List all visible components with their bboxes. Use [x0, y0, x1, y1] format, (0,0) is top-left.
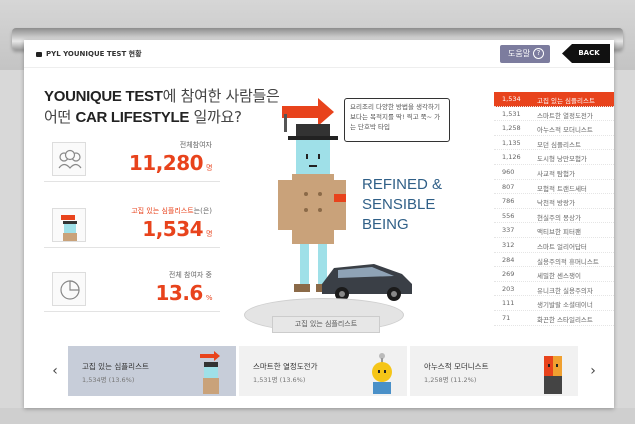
top-bar: PYL YOUNIQUE TEST 현황 도움말 ? BACK	[24, 40, 614, 68]
stat-label: 전체 참여자 중	[168, 271, 212, 279]
tagline-line: SENSIBLE	[362, 196, 436, 213]
ranking-count: 203	[502, 284, 515, 293]
ranking-count: 807	[502, 182, 515, 191]
ranking-name: 사교적 탐험가	[537, 169, 575, 178]
category-carousel: ‹ 고집 있는 심플리스트 1,534명 (13.6%) 스마트한 열정도전가 …	[44, 346, 604, 396]
question-icon: ?	[533, 48, 544, 59]
mascot-icon	[200, 351, 220, 394]
ranking-count: 337	[502, 226, 515, 235]
headline-line2-pre: 어떤	[44, 108, 76, 126]
ranking-count: 284	[502, 255, 515, 264]
carousel-card[interactable]: 스마트한 열정도전가 1,531명 (13.6%)	[239, 346, 407, 396]
ranking-item[interactable]: 71 화끈한 스타일리스트	[494, 311, 614, 326]
stat-value: 13.6%	[155, 281, 212, 305]
card-name: 아누스적 모더니스트	[424, 362, 489, 371]
ranking-count: 1,135	[502, 138, 521, 147]
stat-value: 11,280 명	[128, 151, 213, 175]
ranking-name: 세밀한 센스쟁이	[537, 272, 581, 281]
stat-category-count: 고집 있는 심플리스트는(은) 1,534 명	[44, 204, 220, 248]
ranking-list: 1,534 고집 있는 심플리스트 1,531 스마트한 열정도전가 1,258 아누스적…	[494, 92, 614, 326]
ranking-name: 스마트한 열정도전가	[537, 111, 593, 120]
tagline: REFINED & SENSIBLE BEING	[362, 175, 442, 235]
ranking-count: 960	[502, 167, 515, 176]
stat-label: 고집 있는 심플리스트는(은)	[131, 207, 212, 215]
ranking-item[interactable]: 960 사교적 탐험가	[494, 165, 614, 180]
ranking-count: 269	[502, 270, 515, 279]
category-label: 고집 있는 심플리스트	[272, 316, 380, 333]
carousel-card[interactable]: 고집 있는 심플리스트 1,534명 (13.6%)	[68, 346, 236, 396]
ranking-item[interactable]: 111 생기발랄 소셜테이너	[494, 296, 614, 311]
ranking-name: 아누스적 모더니스트	[537, 126, 593, 135]
ranking-count: 1,531	[502, 109, 521, 118]
ranking-count: 556	[502, 211, 515, 220]
ranking-count: 111	[502, 299, 515, 308]
ranking-name: 도시형 낭만모험가	[537, 155, 587, 164]
headline-brand: YOUNIQUE TEST	[44, 88, 163, 105]
mascot-icon	[544, 356, 562, 394]
page-title: PYL YOUNIQUE TEST 현황	[36, 49, 142, 59]
ranking-item[interactable]: 1,135 모던 심플리스트	[494, 136, 614, 151]
stat-percentage: 전체 참여자 중 13.6%	[44, 268, 220, 312]
ranking-name: 실용주의적 휴머니스트	[537, 257, 599, 266]
ranking-item[interactable]: 807 모험적 트랜드세터	[494, 180, 614, 195]
mascot-icon	[372, 353, 392, 394]
ranking-count: 1,126	[502, 153, 521, 162]
ranking-name: 화끈한 스타일리스트	[537, 315, 593, 324]
stat-label: 전체참여자	[179, 141, 212, 149]
carousel-card[interactable]: 아누스적 모더니스트 1,258명 (11.2%)	[410, 346, 578, 396]
ranking-item[interactable]: 786 낙천적 방랑가	[494, 194, 614, 209]
tagline-line: BEING	[362, 216, 409, 233]
ranking-name: 모험적 트랜드세터	[537, 184, 587, 193]
ranking-item[interactable]: 269 세밀한 센스쟁이	[494, 267, 614, 282]
ranking-name: 고집 있는 심플리스트	[537, 97, 595, 105]
ranking-name: 모던 심플리스트	[537, 140, 581, 149]
card-count: 1,258명 (11.2%)	[424, 376, 477, 384]
carousel-prev-button[interactable]: ‹	[44, 346, 66, 396]
ranking-name: 현실주의 몽상가	[537, 213, 581, 222]
card-count: 1,531명 (13.6%)	[253, 376, 306, 384]
ranking-name: 유니크한 실용주의자	[537, 286, 593, 295]
carousel-next-button[interactable]: ›	[582, 346, 604, 396]
ranking-count: 71	[502, 313, 511, 322]
ranking-name: 액티브한 피터팬	[537, 228, 581, 237]
ranking-item[interactable]: 1,258 아누스적 모더니스트	[494, 121, 614, 136]
back-button[interactable]: BACK	[562, 44, 610, 63]
headline-car-lifestyle: CAR LIFESTYLE	[75, 109, 190, 126]
ranking-item[interactable]: 556 현실주의 몽상가	[494, 209, 614, 224]
card-name: 스마트한 열정도전가	[253, 362, 318, 371]
speech-bubble: 요리조리 다양한 방법을 생각하기 보다는 목적지를 딱! 찍고 쭉~ 가는 단…	[344, 98, 450, 142]
help-label: 도움말	[508, 49, 531, 58]
ranking-name: 낙천적 방랑가	[537, 199, 575, 208]
ranking-name: 스마트 얼리어답터	[537, 242, 587, 251]
ranking-item[interactable]: 1,126 도시형 낭만모험가	[494, 150, 614, 165]
ranking-item[interactable]: 284 실용주의적 휴머니스트	[494, 253, 614, 268]
ranking-item[interactable]: 1,534 고집 있는 심플리스트	[494, 92, 614, 107]
ranking-item[interactable]: 1,531 스마트한 열정도전가	[494, 107, 614, 122]
stat-value: 1,534 명	[142, 217, 212, 241]
stat-total-participants: 전체참여자 11,280 명	[44, 138, 220, 182]
frame-bottom	[0, 408, 635, 424]
ranking-item[interactable]: 337 액티브한 피터팬	[494, 223, 614, 238]
ranking-name: 생기발랄 소셜테이너	[537, 301, 593, 310]
ranking-count: 1,258	[502, 124, 521, 133]
ranking-count: 312	[502, 240, 515, 249]
ranking-item[interactable]: 312 스마트 얼리어답터	[494, 238, 614, 253]
tagline-line: REFINED &	[362, 176, 443, 193]
people-group-icon	[52, 142, 86, 176]
card-count: 1,534명 (13.6%)	[82, 376, 135, 384]
card-name: 고집 있는 심플리스트	[82, 362, 149, 371]
result-sheet: PYL YOUNIQUE TEST 현황 도움말 ? BACK YOUNIQUE…	[24, 40, 614, 408]
ranking-count: 1,534	[502, 95, 521, 103]
mascot-icon	[52, 208, 86, 242]
pie-chart-icon	[52, 272, 86, 306]
help-button[interactable]: 도움말 ?	[500, 45, 550, 63]
ranking-item[interactable]: 203 유니크한 실용주의자	[494, 282, 614, 297]
ranking-count: 786	[502, 197, 515, 206]
